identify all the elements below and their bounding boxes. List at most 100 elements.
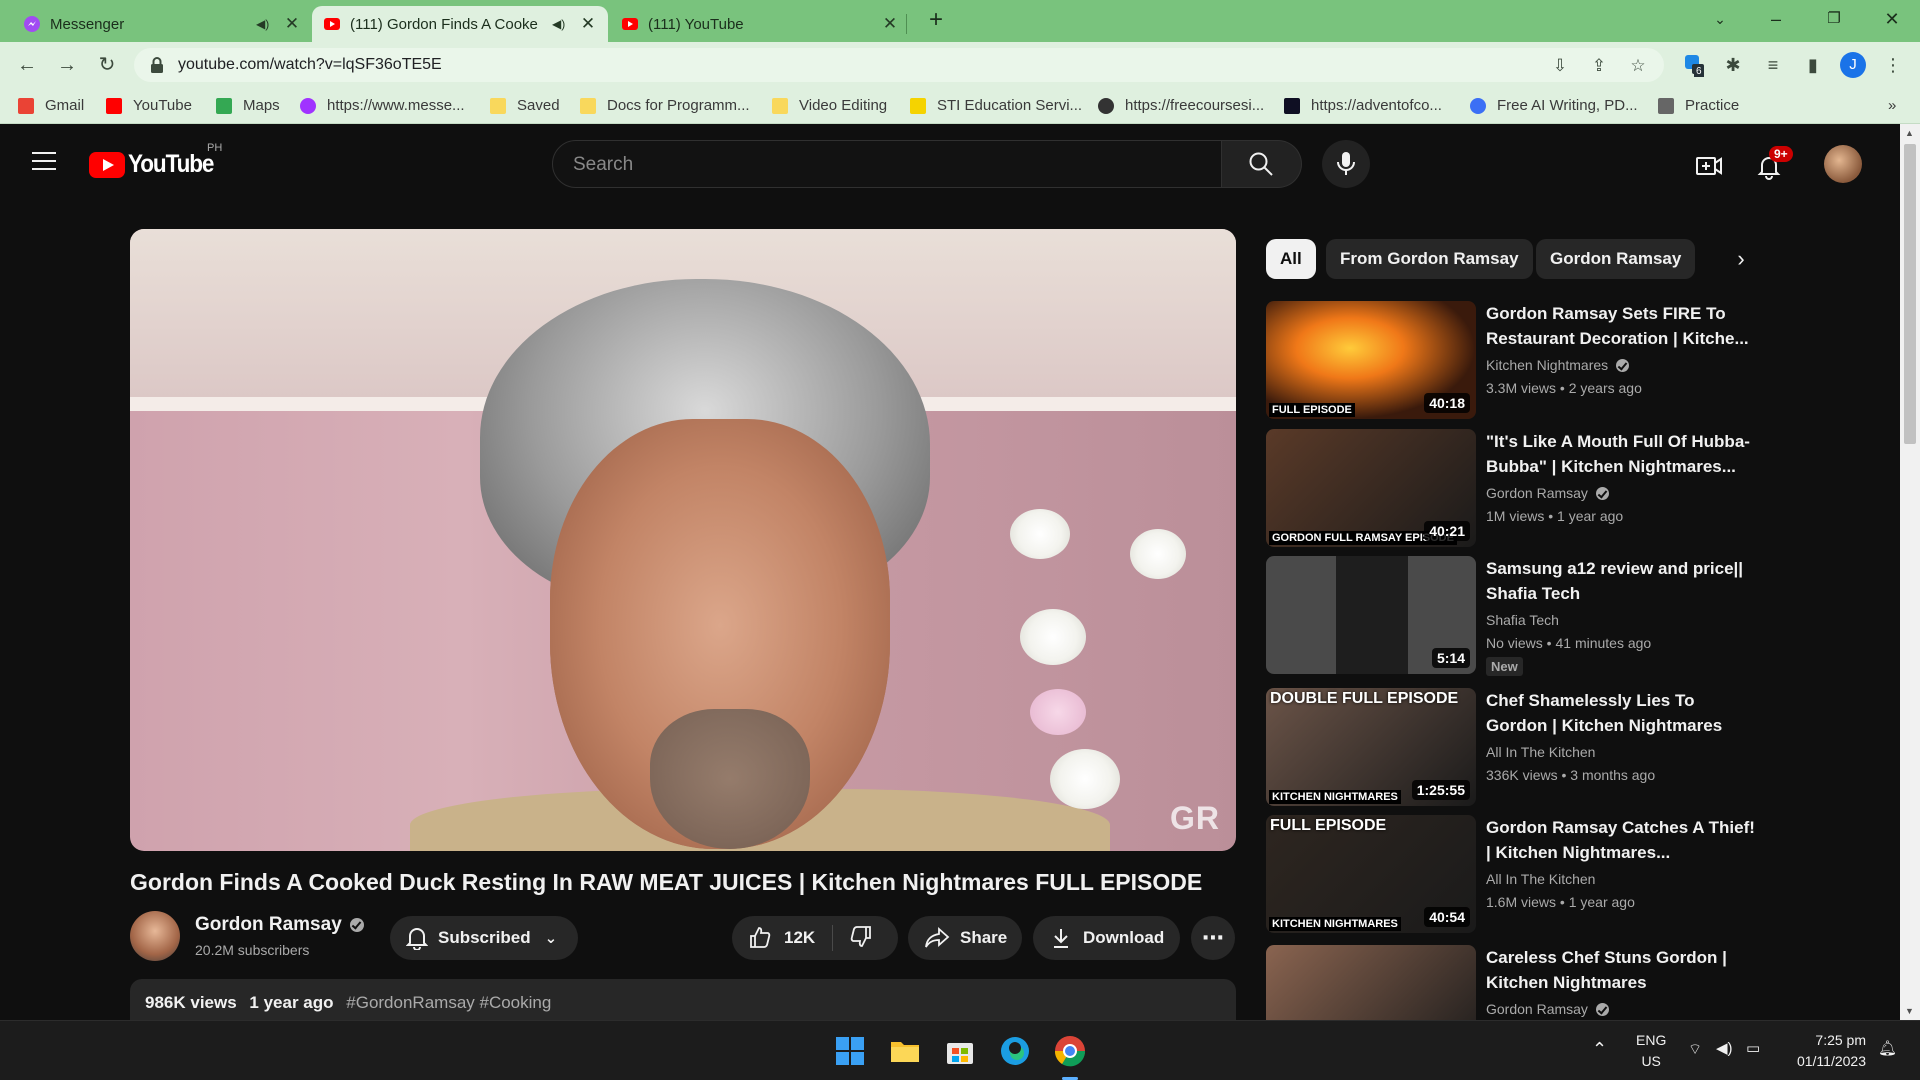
- file-explorer-icon[interactable]: [887, 1033, 923, 1069]
- video-player[interactable]: GR: [130, 229, 1236, 851]
- edge-browser-icon[interactable]: [997, 1033, 1033, 1069]
- tab-youtube[interactable]: (111) YouTube ✕: [610, 6, 910, 42]
- recommendation-item[interactable]: DOUBLE FULL EPISODE KITCHEN NIGHTMARES 1:2…: [1266, 688, 1756, 806]
- minimize-button[interactable]: –: [1750, 0, 1802, 40]
- more-actions-button[interactable]: ⋯: [1191, 916, 1235, 960]
- channel-avatar[interactable]: [130, 911, 180, 961]
- guide-menu-icon[interactable]: [32, 152, 56, 176]
- chip-all[interactable]: All: [1266, 239, 1316, 279]
- video-thumbnail[interactable]: DOUBLE FULL EPISODE KITCHEN NIGHTMARES 1:2…: [1266, 688, 1476, 806]
- recommendation-channel-row[interactable]: Gordon Ramsay: [1486, 1001, 1609, 1017]
- show-hidden-icons-chevron-icon[interactable]: ⌃: [1592, 1039, 1607, 1060]
- phone-screen-preview: [1336, 556, 1408, 674]
- video-thumbnail[interactable]: 5:14: [1266, 556, 1476, 674]
- chrome-browser-icon[interactable]: [1052, 1033, 1088, 1069]
- forward-arrow-icon[interactable]: →: [54, 52, 80, 78]
- side-panel-icon[interactable]: ▮: [1800, 52, 1826, 78]
- voice-search-button[interactable]: [1322, 140, 1370, 188]
- recommendation-item[interactable]: FULL EPISODE KITCHEN NIGHTMARES 40:54 Gordo…: [1266, 815, 1756, 933]
- bookmark-item[interactable]: https://www.messe...: [300, 97, 465, 114]
- more-bookmarks-icon[interactable]: »: [1888, 97, 1896, 114]
- address-bar[interactable]: youtube.com/watch?v=lqSF36oTE5E ⇩ ⇪ ☆: [134, 48, 1664, 82]
- wifi-icon[interactable]: ⌔: [1688, 1040, 1702, 1059]
- close-window-button[interactable]: ✕: [1866, 0, 1918, 40]
- video-thumbnail[interactable]: FULL EPISODE KITCHEN NIGHTMARES 40:54: [1266, 815, 1476, 933]
- search-button[interactable]: [1222, 140, 1302, 188]
- microsoft-store-icon[interactable]: [942, 1033, 978, 1069]
- chevron-right-icon[interactable]: ›: [1726, 244, 1756, 274]
- puzzle-extensions-icon[interactable]: ✱: [1720, 52, 1746, 78]
- chip-gordon-ramsay[interactable]: Gordon Ramsay: [1536, 239, 1696, 279]
- subscribed-button[interactable]: Subscribed ⌄: [390, 916, 578, 960]
- chrome-menu-icon[interactable]: ⋮: [1880, 52, 1906, 78]
- bookmark-item[interactable]: Saved: [490, 97, 560, 114]
- bookmark-item[interactable]: Practice: [1658, 97, 1739, 114]
- search-input[interactable]: Search: [552, 140, 1222, 188]
- recommendation-channel-row[interactable]: All In The Kitchen: [1486, 744, 1595, 760]
- bookmark-item[interactable]: Gmail: [18, 97, 84, 114]
- share-button[interactable]: Share: [908, 916, 1022, 960]
- bookmark-item[interactable]: STI Education Servi...: [910, 97, 1082, 114]
- bookmark-item[interactable]: https://freecoursesi...: [1098, 97, 1264, 114]
- extension-icon[interactable]: 6: [1680, 52, 1706, 78]
- windows-start-icon[interactable]: [832, 1033, 868, 1069]
- star-icon: [1284, 97, 1300, 114]
- recommendation-item[interactable]: 5:14 Samsung a12 review and price|| Shafi…: [1266, 556, 1756, 676]
- battery-icon[interactable]: ▭: [1746, 1039, 1760, 1057]
- tab-close-icon[interactable]: ✕: [882, 14, 898, 34]
- media-controls-icon[interactable]: ≡: [1760, 52, 1786, 78]
- tab-gordon-video[interactable]: (111) Gordon Finds A Cooke ◀) ✕: [312, 6, 608, 42]
- download-button[interactable]: Download: [1033, 916, 1180, 960]
- create-video-icon[interactable]: [1695, 152, 1723, 180]
- tab-audio-icon[interactable]: ◀): [256, 17, 272, 31]
- dislike-button[interactable]: [833, 924, 873, 953]
- like-button[interactable]: 12K: [732, 926, 832, 950]
- tab-search-chevron-icon[interactable]: ⌄: [1694, 0, 1746, 40]
- lock-icon[interactable]: [150, 57, 164, 73]
- recommendation-channel-row[interactable]: Kitchen Nightmares: [1486, 357, 1630, 373]
- bookmark-item[interactable]: Video Editing: [772, 97, 887, 114]
- recommendation-channel: All In The Kitchen: [1486, 871, 1596, 887]
- bookmark-star-icon[interactable]: ☆: [1628, 56, 1648, 76]
- install-app-icon[interactable]: ⇩: [1550, 56, 1570, 76]
- video-thumbnail[interactable]: FULL EPISODE 40:18: [1266, 301, 1476, 419]
- clock[interactable]: 7:25 pm 01/11/2023: [1782, 1030, 1866, 1072]
- scroll-down-arrow-icon[interactable]: ▼: [1905, 1006, 1914, 1016]
- profile-avatar[interactable]: J: [1840, 52, 1866, 78]
- video-thumbnail[interactable]: GORDON FULL RAMSAY EPISODE 40:21: [1266, 429, 1476, 547]
- restore-button[interactable]: ❐: [1808, 0, 1860, 40]
- channel-name-row[interactable]: Gordon Ramsay: [195, 914, 364, 936]
- recommendation-item[interactable]: GORDON FULL RAMSAY EPISODE 40:21 "It's Lik…: [1266, 429, 1756, 547]
- tab-close-icon[interactable]: ✕: [284, 14, 300, 34]
- scroll-up-arrow-icon[interactable]: ▲: [1905, 128, 1914, 138]
- tab-close-icon[interactable]: ✕: [580, 14, 596, 34]
- bookmark-item[interactable]: https://adventofco...: [1284, 97, 1442, 114]
- new-tab-button[interactable]: +: [922, 6, 950, 34]
- back-arrow-icon[interactable]: ←: [14, 52, 40, 78]
- recommendation-age: 2 years ago: [1568, 380, 1642, 396]
- page-scrollbar[interactable]: ▲ ▼: [1900, 124, 1920, 1020]
- recommendation-item[interactable]: FULL EPISODE 40:18 Gordon Ramsay Sets FIRE…: [1266, 301, 1756, 419]
- tab-audio-icon[interactable]: ◀): [552, 17, 568, 31]
- notification-bell-icon[interactable]: 🔔︎: [1878, 1039, 1897, 1057]
- volume-icon[interactable]: ◀): [1716, 1039, 1733, 1057]
- scrollbar-thumb[interactable]: [1904, 144, 1916, 444]
- recommendation-channel-row[interactable]: Shafia Tech: [1486, 612, 1559, 628]
- bookmark-item[interactable]: YouTube: [106, 97, 192, 114]
- url-text[interactable]: youtube.com/watch?v=lqSF36oTE5E: [178, 56, 442, 74]
- youtube-logo[interactable]: YouTube PH: [89, 142, 223, 179]
- recommendation-meta: 1.6M views • 1 year ago: [1486, 894, 1635, 910]
- reload-icon[interactable]: ↻: [94, 52, 120, 78]
- account-avatar[interactable]: [1824, 145, 1862, 183]
- share-page-icon[interactable]: ⇪: [1589, 56, 1609, 76]
- bookmark-item[interactable]: Maps: [216, 97, 280, 114]
- input-language-indicator[interactable]: ENG US: [1636, 1030, 1666, 1072]
- recommendation-channel-row[interactable]: All In The Kitchen: [1486, 871, 1595, 887]
- channel-name[interactable]: Gordon Ramsay: [195, 914, 342, 936]
- bookmark-item[interactable]: Docs for Programm...: [580, 97, 750, 114]
- bookmark-item[interactable]: Free AI Writing, PD...: [1470, 97, 1638, 114]
- tab-messenger[interactable]: Messenger ◀) ✕: [12, 6, 312, 42]
- chip-from-gordon-ramsay[interactable]: From Gordon Ramsay: [1326, 239, 1533, 279]
- recommendation-channel-row[interactable]: Gordon Ramsay: [1486, 485, 1609, 501]
- hashtags-link[interactable]: #GordonRamsay #Cooking: [346, 993, 551, 1012]
